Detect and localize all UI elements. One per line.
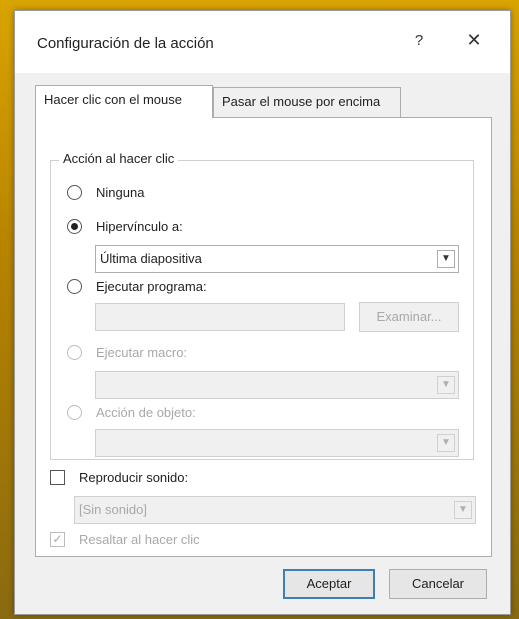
tab-mouse-over[interactable]: Pasar el mouse por encima	[213, 87, 401, 117]
tab-panel: Acción al hacer clic Ninguna Hipervíncul…	[35, 117, 492, 557]
option-object-action-radio[interactable]	[67, 405, 82, 420]
object-action-select[interactable]: ▼	[95, 429, 459, 457]
tab-mouse-click[interactable]: Hacer clic con el mouse	[35, 85, 213, 118]
option-run-macro-label: Ejecutar macro:	[96, 345, 188, 360]
play-sound-label: Reproducir sonido:	[79, 470, 189, 485]
option-run-program-row[interactable]: Ejecutar programa:	[67, 279, 207, 294]
close-button[interactable]: ✕	[461, 27, 487, 53]
cancel-button[interactable]: Cancelar	[389, 569, 487, 599]
chevron-down-icon[interactable]: ▼	[437, 250, 455, 268]
option-run-macro-row[interactable]: Ejecutar macro:	[67, 345, 187, 360]
help-button[interactable]: ?	[407, 29, 431, 53]
chevron-down-icon[interactable]: ▼	[454, 501, 472, 519]
action-group-legend: Acción al hacer clic	[59, 151, 179, 166]
option-none-label: Ninguna	[96, 185, 145, 200]
highlight-label: Resaltar al hacer clic	[79, 532, 200, 547]
highlight-checkbox[interactable]: ✓	[50, 532, 65, 547]
play-sound-row[interactable]: Reproducir sonido:	[50, 470, 188, 485]
option-hyperlink-label: Hipervínculo a:	[96, 219, 183, 234]
option-hyperlink-radio[interactable]	[67, 219, 82, 234]
sound-select-value: [Sin sonido]	[79, 502, 147, 517]
highlight-row[interactable]: ✓ Resaltar al hacer clic	[50, 532, 200, 547]
option-run-program-radio[interactable]	[67, 279, 82, 294]
option-object-action-label: Acción de objeto:	[96, 405, 196, 420]
action-settings-dialog: Configuración de la acción ? ✕ Hacer cli…	[14, 10, 511, 615]
option-object-action-row[interactable]: Acción de objeto:	[67, 405, 196, 420]
chevron-down-icon[interactable]: ▼	[437, 434, 455, 452]
hyperlink-select-value: Última diapositiva	[100, 251, 202, 266]
program-path-input[interactable]	[95, 303, 345, 331]
dialog-title: Configuración de la acción	[37, 35, 214, 52]
macro-select[interactable]: ▼	[95, 371, 459, 399]
sound-select[interactable]: [Sin sonido] ▼	[74, 496, 476, 524]
option-none-radio[interactable]	[67, 185, 82, 200]
title-bar: Configuración de la acción ? ✕	[15, 11, 510, 73]
option-hyperlink-row[interactable]: Hipervínculo a:	[67, 219, 183, 234]
option-none-row[interactable]: Ninguna	[67, 185, 144, 200]
chevron-down-icon[interactable]: ▼	[437, 376, 455, 394]
browse-button[interactable]: Examinar...	[359, 302, 459, 332]
play-sound-checkbox[interactable]	[50, 470, 65, 485]
hyperlink-select[interactable]: Última diapositiva ▼	[95, 245, 459, 273]
accept-button[interactable]: Aceptar	[283, 569, 375, 599]
action-groupbox: Acción al hacer clic Ninguna Hipervíncul…	[50, 151, 474, 460]
option-run-program-label: Ejecutar programa:	[96, 279, 207, 294]
option-run-macro-radio[interactable]	[67, 345, 82, 360]
